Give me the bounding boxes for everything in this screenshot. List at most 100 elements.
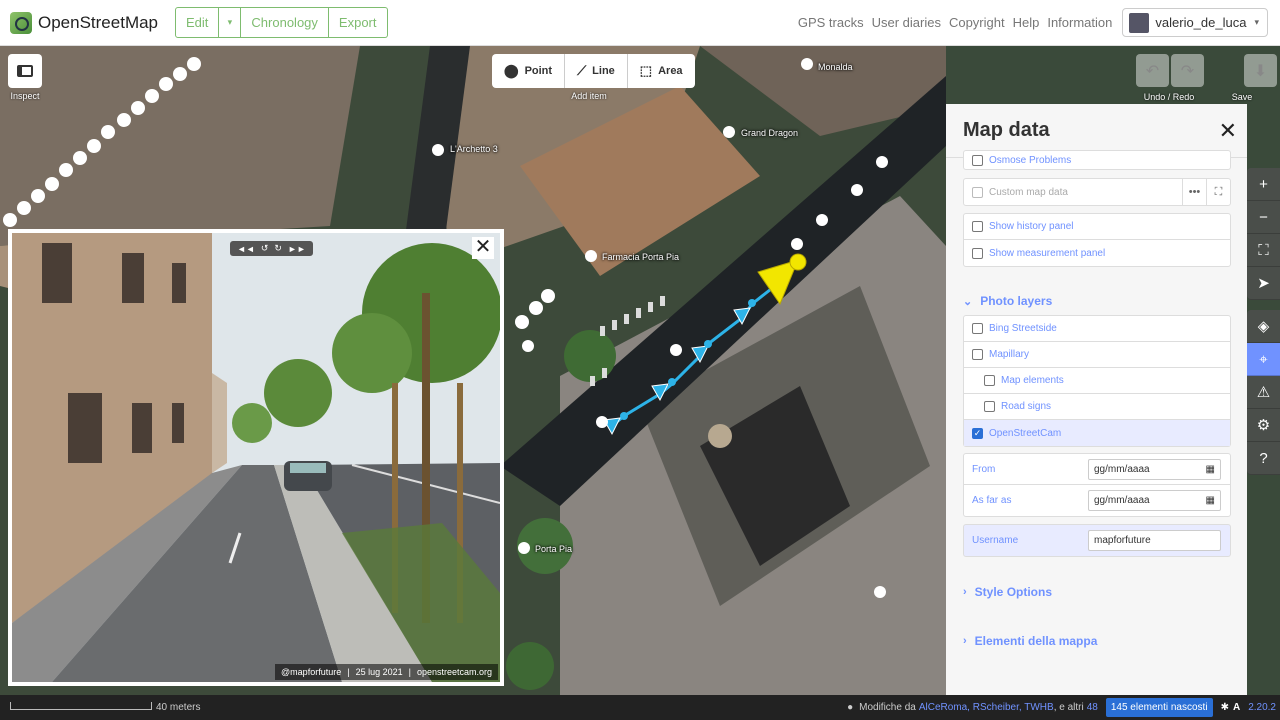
- chevron-down-icon: ⌄: [963, 295, 973, 308]
- to-date-row: As far as gg/mm/aaaa ▦: [964, 485, 1230, 516]
- username-row: Username mapforfuture: [964, 525, 1230, 556]
- layer-mapillary-map-elements[interactable]: Map elements: [964, 368, 1230, 394]
- location-arrow-icon: ➤: [1257, 275, 1270, 292]
- checkbox[interactable]: [984, 375, 995, 386]
- link-user-diaries[interactable]: User diaries: [872, 15, 941, 30]
- undo-redo-label: Undo / Redo: [1143, 92, 1195, 102]
- top-nav: OpenStreetMap Edit ▾ Chronology Export G…: [0, 0, 1280, 46]
- photo-first-button[interactable]: ◄◄: [234, 244, 258, 254]
- link-help[interactable]: Help: [1013, 15, 1040, 30]
- add-line-button[interactable]: ⟋ Line: [565, 54, 628, 88]
- map-label-monalda: Monalda: [818, 62, 853, 72]
- map-data-panel: Map data ✕ Osmose Problems Custom map da…: [946, 104, 1247, 695]
- line-icon: ⟋: [577, 63, 587, 78]
- pin-icon: ⬤: [504, 63, 519, 78]
- undo-button[interactable]: ↶: [1136, 54, 1169, 87]
- layer-custom-data[interactable]: Custom map data ••• ⛶: [964, 179, 1230, 205]
- redo-icon: ↷: [1180, 62, 1195, 80]
- add-point-button[interactable]: ⬤ Point: [492, 54, 566, 88]
- map-label-archetto: L'Archetto 3: [450, 144, 498, 154]
- save-button[interactable]: ⬇: [1244, 54, 1277, 87]
- background-pane-button[interactable]: ◈: [1247, 310, 1280, 343]
- help-icon: ?: [1259, 449, 1268, 467]
- checkbox[interactable]: [972, 247, 983, 259]
- photo-credit-site[interactable]: openstreetcam.org: [417, 667, 492, 677]
- save-label: Save: [1231, 92, 1253, 102]
- checkbox[interactable]: [972, 186, 983, 198]
- checkbox[interactable]: [972, 221, 983, 232]
- map-label-farmacia: Farmacia Porta Pia: [602, 252, 680, 262]
- from-date-input[interactable]: gg/mm/aaaa ▦: [1088, 458, 1221, 480]
- user-menu[interactable]: valerio_de_luca ▾: [1122, 8, 1268, 37]
- checkbox[interactable]: [972, 323, 983, 334]
- map-label-porta-pia: Porta Pia: [535, 544, 573, 554]
- photo-credit-user[interactable]: @mapforfuture: [281, 667, 341, 677]
- chronology-button[interactable]: Chronology: [241, 7, 329, 38]
- map-data-pane-button[interactable]: ⌖: [1247, 343, 1280, 376]
- rotate-right-icon[interactable]: ↻: [271, 243, 285, 254]
- checkbox-checked[interactable]: ✓: [972, 427, 983, 439]
- version-link[interactable]: 2.20.2: [1248, 702, 1276, 713]
- hidden-features-badge[interactable]: 145 elementi nascosti: [1105, 698, 1213, 717]
- more-options-icon[interactable]: •••: [1182, 179, 1206, 205]
- link-information[interactable]: Information: [1047, 15, 1112, 30]
- contributor-links[interactable]: AlCeRoma, RScheiber, TWHB: [919, 702, 1054, 713]
- street-photo[interactable]: [12, 233, 500, 682]
- edit-dropdown-button[interactable]: ▾: [219, 7, 242, 38]
- add-item-label: Add item: [571, 91, 607, 101]
- layer-mapillary[interactable]: Mapillary: [964, 342, 1230, 368]
- photo-last-button[interactable]: ►►: [285, 244, 309, 254]
- edit-button[interactable]: Edit: [175, 7, 220, 38]
- export-button[interactable]: Export: [328, 7, 388, 38]
- issues-pane-button[interactable]: ⚠: [1247, 376, 1280, 409]
- street-photo-image: [12, 233, 500, 682]
- link-copyright[interactable]: Copyright: [949, 15, 1005, 30]
- to-date-input[interactable]: gg/mm/aaaa ▦: [1088, 490, 1221, 511]
- from-date-row: From gg/mm/aaaa ▦: [964, 454, 1230, 485]
- measurement-panel-toggle[interactable]: Show measurement panel: [964, 240, 1230, 266]
- layer-osmose[interactable]: Osmose Problems: [964, 151, 1230, 169]
- panel-close-button[interactable]: ✕: [1219, 118, 1237, 144]
- help-pane-button[interactable]: ?: [1247, 442, 1280, 475]
- zoom-in-button[interactable]: +: [1247, 168, 1280, 201]
- layer-openstreetcam[interactable]: ✓ OpenStreetCam: [964, 420, 1230, 446]
- checkbox[interactable]: [972, 349, 983, 360]
- info-icon: ●: [847, 702, 854, 713]
- translate-icon[interactable]: A: [1233, 702, 1240, 713]
- scale-bar[interactable]: 40 meters: [10, 701, 200, 713]
- area-icon: ⬚: [639, 63, 653, 78]
- others-count-link[interactable]: 48: [1087, 702, 1098, 713]
- username-input[interactable]: mapforfuture: [1088, 530, 1221, 551]
- photo-layers-list: Bing Streetside Mapillary Map elements R…: [963, 315, 1231, 447]
- photo-layers-header[interactable]: ⌄ Photo layers: [963, 294, 1052, 308]
- geolocate-button[interactable]: ➤: [1247, 267, 1280, 300]
- footer: 40 meters ● Modifiche da AlCeRoma, RSche…: [0, 695, 1280, 720]
- history-panel-toggle[interactable]: Show history panel: [964, 214, 1230, 240]
- map-elements-header[interactable]: › Elementi della mappa: [963, 634, 1097, 648]
- photo-close-button[interactable]: ✕: [472, 237, 494, 259]
- style-options-header[interactable]: › Style Options: [963, 585, 1052, 599]
- sidebar-toggle-icon: [17, 65, 33, 77]
- checkbox[interactable]: [984, 401, 995, 412]
- user-name: valerio_de_luca: [1155, 15, 1247, 30]
- save-icon: ⬇: [1253, 62, 1268, 80]
- user-gear-icon: ⚙: [1256, 417, 1271, 434]
- inspect-button[interactable]: [8, 54, 42, 88]
- modified-by-label: Modifiche da: [859, 702, 916, 713]
- brand[interactable]: OpenStreetMap: [10, 11, 158, 34]
- rotate-left-icon[interactable]: ↺: [258, 243, 272, 254]
- warning-icon: ⚠: [1256, 384, 1271, 401]
- preferences-pane-button[interactable]: ⚙: [1247, 409, 1280, 442]
- zoom-out-button[interactable]: −: [1247, 201, 1280, 234]
- layer-mapillary-road-signs[interactable]: Road signs: [964, 394, 1230, 420]
- bug-icon[interactable]: ✱: [1221, 702, 1229, 713]
- add-area-button[interactable]: ⬚ Area: [628, 54, 695, 88]
- map-label-grand-dragon: Grand Dragon: [741, 128, 799, 138]
- redo-button[interactable]: ↷: [1171, 54, 1204, 87]
- panels-list: Show history panel Show measurement pane…: [963, 213, 1231, 267]
- checkbox[interactable]: [972, 154, 983, 166]
- link-gps-tracks[interactable]: GPS tracks: [798, 15, 864, 30]
- zoom-to-selection-button[interactable]: ⛶: [1247, 234, 1280, 267]
- layer-bing-streetside[interactable]: Bing Streetside: [964, 316, 1230, 342]
- zoom-to-data-icon[interactable]: ⛶: [1206, 179, 1230, 205]
